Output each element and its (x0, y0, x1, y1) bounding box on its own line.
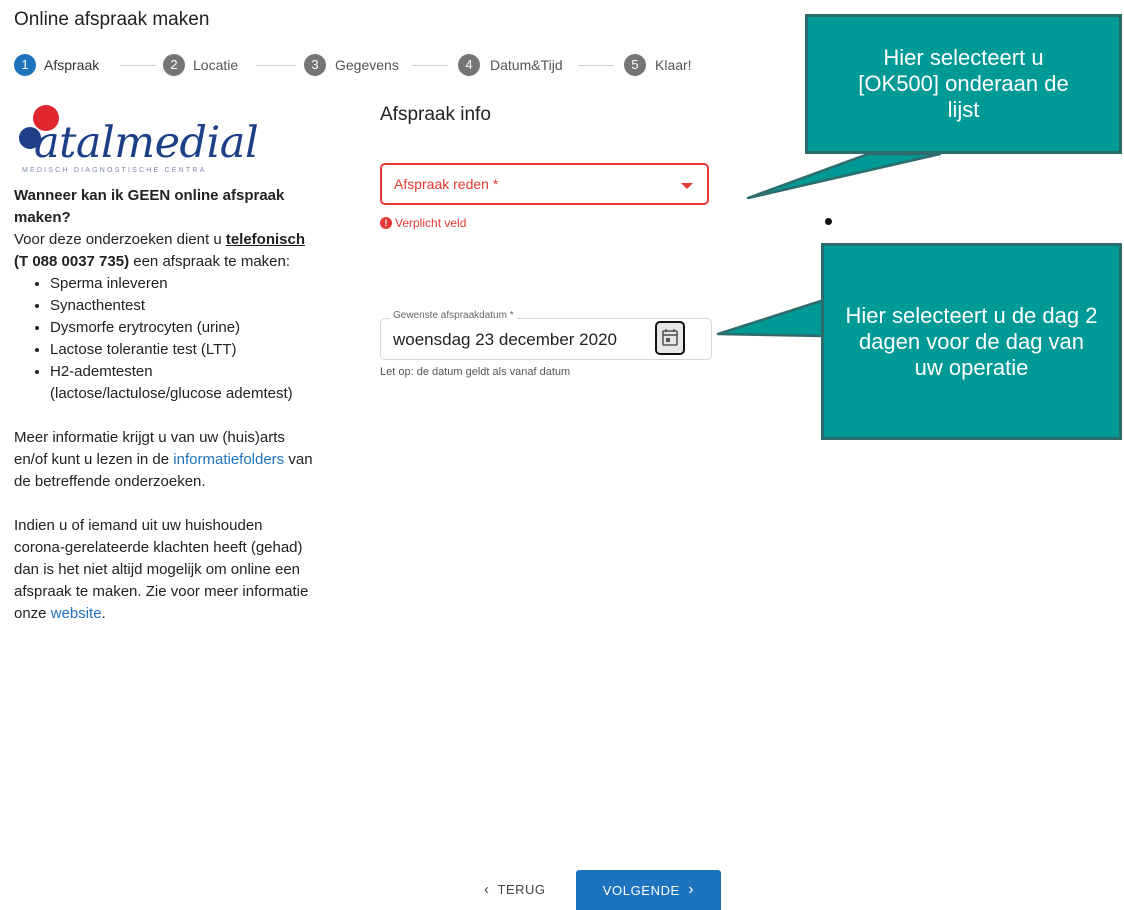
step-connector (256, 65, 296, 66)
logo-wordmark: atalmedial (34, 118, 259, 168)
list-item: Synacthentest (50, 295, 314, 317)
callout-reason: Hier selecteert u [OK500] onderaan de li… (805, 14, 1122, 154)
caret-down-icon (681, 183, 693, 189)
website-link[interactable]: website (51, 605, 102, 622)
step-connector (412, 65, 448, 66)
callout-reason-text: Hier selecteert u [OK500] onderaan de li… (858, 45, 1069, 122)
step-1-label[interactable]: Afspraak (44, 54, 99, 76)
exclusion-list: Sperma inleveren Synacthentest Dysmorfe … (14, 273, 314, 405)
back-button-label: TERUG (497, 882, 546, 897)
step-3-number[interactable]: 3 (304, 54, 326, 76)
callout-date-text: Hier selecteert u de dag 2 dagen voor de… (845, 302, 1098, 380)
step-connector (578, 65, 614, 66)
info-intro: Voor deze onderzoeken dient u (14, 231, 222, 248)
list-item: Lactose tolerantie test (LTT) (50, 339, 314, 361)
info-heading: Wanneer kan ik GEEN online afspraak make… (14, 187, 285, 226)
next-button-label: VOLGENDE (602, 882, 680, 898)
step-4-label[interactable]: Datum&Tijd (490, 54, 563, 76)
logo-subtitle: MEDISCH DIAGNOSTISCHE CENTRA (22, 167, 207, 174)
list-item: Sperma inleveren (50, 273, 314, 295)
bullet-dot (825, 218, 832, 225)
error-icon: ! (380, 217, 392, 229)
step-2-number[interactable]: 2 (163, 54, 185, 76)
step-1-number[interactable]: 1 (14, 54, 36, 76)
phone-number: (T 088 0037 735) (14, 253, 130, 270)
step-connector (120, 65, 156, 66)
reason-select[interactable]: Afspraak reden * (380, 163, 709, 205)
corona-end: . (101, 605, 106, 622)
list-item: H2-ademtesten (lactose/lactulose/glucose… (50, 361, 314, 405)
required-message: Verplicht veld (395, 216, 467, 230)
form-title: Afspraak info (380, 104, 491, 125)
next-button[interactable]: VOLGENDE › (576, 870, 721, 910)
date-hint: Let op: de datum geldt als vanaf datum (380, 366, 571, 378)
info-panel: Wanneer kan ik GEEN online afspraak make… (14, 185, 314, 625)
step-5-number[interactable]: 5 (624, 54, 646, 76)
back-button[interactable]: ‹ TERUG (484, 881, 546, 898)
informatiefolders-link[interactable]: informatiefolders (173, 451, 284, 468)
calendar-button[interactable] (655, 321, 685, 355)
page-title: Online afspraak maken (14, 9, 210, 30)
date-field-label: Gewenste afspraakdatum * (390, 310, 517, 321)
chevron-left-icon: ‹ (484, 881, 490, 898)
reason-select-label: Afspraak reden * (394, 176, 499, 192)
calendar-icon (662, 329, 678, 346)
callout-date: Hier selecteert u de dag 2 dagen voor de… (821, 243, 1122, 440)
info-intro-end: een afspraak te maken: (133, 253, 291, 270)
step-4-number[interactable]: 4 (458, 54, 480, 76)
step-3-label[interactable]: Gegevens (335, 54, 399, 76)
list-item: Dysmorfe erytrocyten (urine) (50, 317, 314, 339)
date-value[interactable]: woensdag 23 december 2020 (393, 330, 617, 350)
step-5-label[interactable]: Klaar! (655, 54, 692, 76)
step-2-label[interactable]: Locatie (193, 54, 238, 76)
phone-link[interactable]: telefonisch (226, 231, 305, 248)
chevron-right-icon: › (688, 881, 695, 898)
